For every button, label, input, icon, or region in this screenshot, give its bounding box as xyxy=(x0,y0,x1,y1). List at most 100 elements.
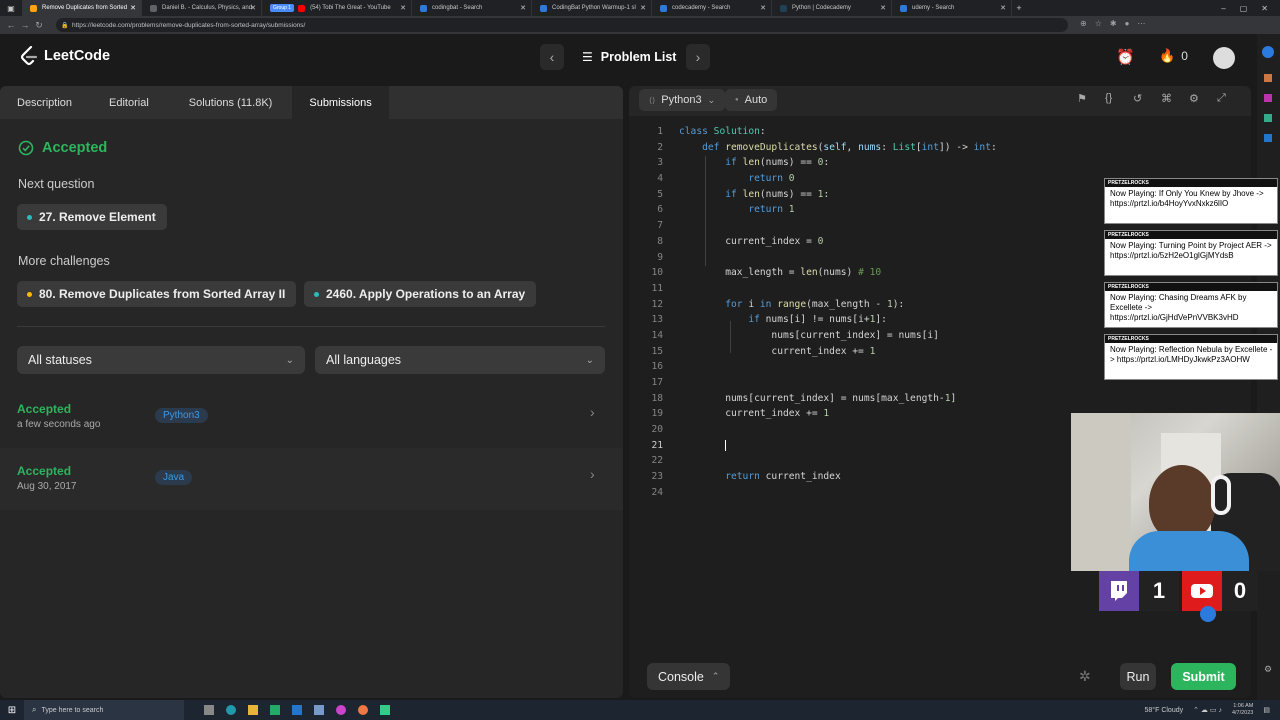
bookmark-star-icon[interactable]: ☆ xyxy=(1095,19,1102,28)
code-editor[interactable]: 1 class Solution: 2 def removeDuplicates(… xyxy=(629,124,1099,501)
submit-button[interactable]: Submit xyxy=(1171,663,1236,690)
challenge-chip[interactable]: 80. Remove Duplicates from Sorted Array … xyxy=(17,281,297,307)
bing-icon[interactable] xyxy=(1262,46,1274,58)
code-line: 10 max_length = len(nums) # 10 xyxy=(651,267,882,279)
close-icon[interactable]: ✕ xyxy=(520,4,526,12)
tab-label: codingbat - Search xyxy=(432,5,483,11)
next-question-chip[interactable]: 27. Remove Element xyxy=(17,204,167,230)
console-label: Console xyxy=(658,669,704,684)
status-filter[interactable]: All statuses ⌄ xyxy=(17,346,305,374)
headphones-icon xyxy=(1211,475,1231,515)
browser-tab[interactable]: Remove Duplicates from Sorted ✕ xyxy=(22,0,142,16)
notifications-icon[interactable]: ▤ xyxy=(1263,706,1270,714)
prev-problem-button[interactable]: ‹ xyxy=(540,44,564,70)
sidebar-settings-icon[interactable]: ⚙ xyxy=(1264,664,1272,675)
next-problem-button[interactable]: › xyxy=(686,44,710,70)
tab-solutions[interactable]: Solutions (11.8K) xyxy=(169,86,293,119)
close-icon[interactable]: ✕ xyxy=(130,4,136,12)
zoom-icon[interactable]: ⊕ xyxy=(1080,19,1087,28)
app-icon[interactable] xyxy=(358,705,368,715)
url-field[interactable]: 🔒 https://leetcode.com/problems/remove-du… xyxy=(56,18,1068,32)
browser-tab[interactable]: Group 1 (54) Tobi The Great - YouTube ✕ xyxy=(262,0,412,16)
code-icon: ⟨⟩ xyxy=(649,95,656,105)
challenge-chip[interactable]: 2460. Apply Operations to an Array xyxy=(304,281,537,307)
language-filter[interactable]: All languages ⌄ xyxy=(315,346,605,374)
sidebar-app-icon[interactable] xyxy=(1264,114,1272,122)
close-icon[interactable]: ✕ xyxy=(1000,4,1006,12)
shortcuts-icon[interactable]: ⌘ xyxy=(1161,92,1172,105)
tab-label: Solutions (11.8K) xyxy=(188,96,273,109)
submission-status: Accepted xyxy=(17,402,72,416)
browser-tab[interactable]: Daniel B. - Calculus, Physics, and ✕ xyxy=(142,0,262,16)
settings-app-icon[interactable] xyxy=(314,705,324,715)
tab-menu-icon[interactable]: ▣ xyxy=(0,4,22,13)
tab-group-label[interactable]: Group 1 xyxy=(270,4,295,12)
mail-icon[interactable] xyxy=(292,705,302,715)
task-view-icon[interactable] xyxy=(204,705,214,715)
browser-tab[interactable]: udemy - Search ✕ xyxy=(892,0,1012,16)
search-favicon-icon xyxy=(900,4,907,12)
sidebar-app-icon[interactable] xyxy=(1264,94,1272,102)
chrome-icon[interactable] xyxy=(336,705,346,715)
reset-icon[interactable]: ↺ xyxy=(1133,92,1142,105)
code-line: 4 return 0 xyxy=(657,173,795,185)
close-window-icon[interactable]: ✕ xyxy=(1261,4,1268,13)
close-icon[interactable]: ✕ xyxy=(880,4,886,12)
browser-tab[interactable]: Python | Codecademy ✕ xyxy=(772,0,892,16)
bookmark-icon[interactable]: ⚑ xyxy=(1077,92,1087,105)
now-playing-card: PRETZELROCKS Now Playing: Reflection Nebu… xyxy=(1104,334,1278,380)
sidebar-app-icon[interactable] xyxy=(1264,74,1272,82)
chip-label: 2460. Apply Operations to an Array xyxy=(326,287,526,301)
settings-gear-icon[interactable]: ⚙ xyxy=(1189,92,1199,105)
fullscreen-icon[interactable]: ⤢ xyxy=(1217,92,1226,105)
code-line: 16 xyxy=(651,361,663,373)
close-icon[interactable]: ✕ xyxy=(640,4,646,12)
submission-row[interactable]: Accepted a few seconds ago Python3 › xyxy=(0,386,623,448)
tab-editorial[interactable]: Editorial xyxy=(89,86,169,119)
code-line: 11 xyxy=(651,282,663,294)
run-button[interactable]: Run xyxy=(1120,663,1156,690)
clock[interactable]: 1:06 AM 4/7/2023 xyxy=(1232,703,1253,717)
language-select[interactable]: ⟨⟩ Python3 ⌄ xyxy=(639,89,726,111)
close-icon[interactable]: ✕ xyxy=(760,4,766,12)
browser-tab[interactable]: codecademy - Search ✕ xyxy=(652,0,772,16)
app-icon[interactable] xyxy=(380,705,390,715)
close-icon[interactable]: ✕ xyxy=(250,4,256,12)
system-tray-icon[interactable]: ⌃ ☁ ▭ ♪ xyxy=(1193,706,1222,714)
file-explorer-icon[interactable] xyxy=(248,705,258,715)
extensions-icon[interactable]: ✱ xyxy=(1110,19,1117,28)
profile-icon[interactable]: ● xyxy=(1125,19,1130,28)
close-icon[interactable]: ✕ xyxy=(400,4,406,12)
weather-text[interactable]: 58°F Cloudy xyxy=(1145,707,1184,714)
minimize-icon[interactable]: – xyxy=(1221,4,1225,13)
browser-tab[interactable]: codingbat - Search ✕ xyxy=(412,0,532,16)
menu-dots-icon[interactable]: ⋯ xyxy=(1137,19,1145,28)
leetcode-logo[interactable]: LeetCode xyxy=(20,46,110,66)
browser-tab[interactable]: CodingBat Python Warmup-1 sl ✕ xyxy=(532,0,652,16)
maximize-icon[interactable]: ▢ xyxy=(1240,4,1248,13)
chevron-up-icon: ⌃ xyxy=(711,671,720,681)
windows-start-icon[interactable]: ⊞ xyxy=(0,705,24,716)
debug-bug-icon[interactable]: ✲ xyxy=(1079,668,1091,685)
taskbar-search[interactable]: ⌕ Type here to search xyxy=(24,700,184,720)
submission-row[interactable]: Accepted Aug 30, 2017 Java › xyxy=(0,448,623,510)
braces-icon[interactable]: {} xyxy=(1105,92,1112,104)
console-button[interactable]: Console ⌃ xyxy=(647,663,731,690)
webcam-background xyxy=(1071,413,1131,571)
mode-select[interactable]: ● Auto xyxy=(725,89,778,111)
tab-submissions[interactable]: Submissions xyxy=(292,86,389,119)
problem-list-button[interactable]: ☰ Problem List xyxy=(582,44,676,70)
streak-counter[interactable]: 🔥 0 xyxy=(1159,48,1188,64)
sidebar-app-icon[interactable] xyxy=(1264,134,1272,142)
reload-icon[interactable]: ↻ xyxy=(32,20,46,31)
new-tab-icon[interactable]: + xyxy=(1012,3,1026,13)
twitch-icon xyxy=(1099,571,1139,611)
store-icon[interactable] xyxy=(270,705,280,715)
feedback-icon[interactable] xyxy=(1200,606,1216,622)
forward-icon[interactable]: → xyxy=(18,20,32,30)
tab-description[interactable]: Description xyxy=(0,86,89,119)
alarm-clock-icon[interactable]: ⏰ xyxy=(1116,48,1135,66)
edge-icon[interactable] xyxy=(226,705,236,715)
avatar[interactable] xyxy=(1213,47,1235,69)
back-icon[interactable]: ← xyxy=(4,20,18,30)
